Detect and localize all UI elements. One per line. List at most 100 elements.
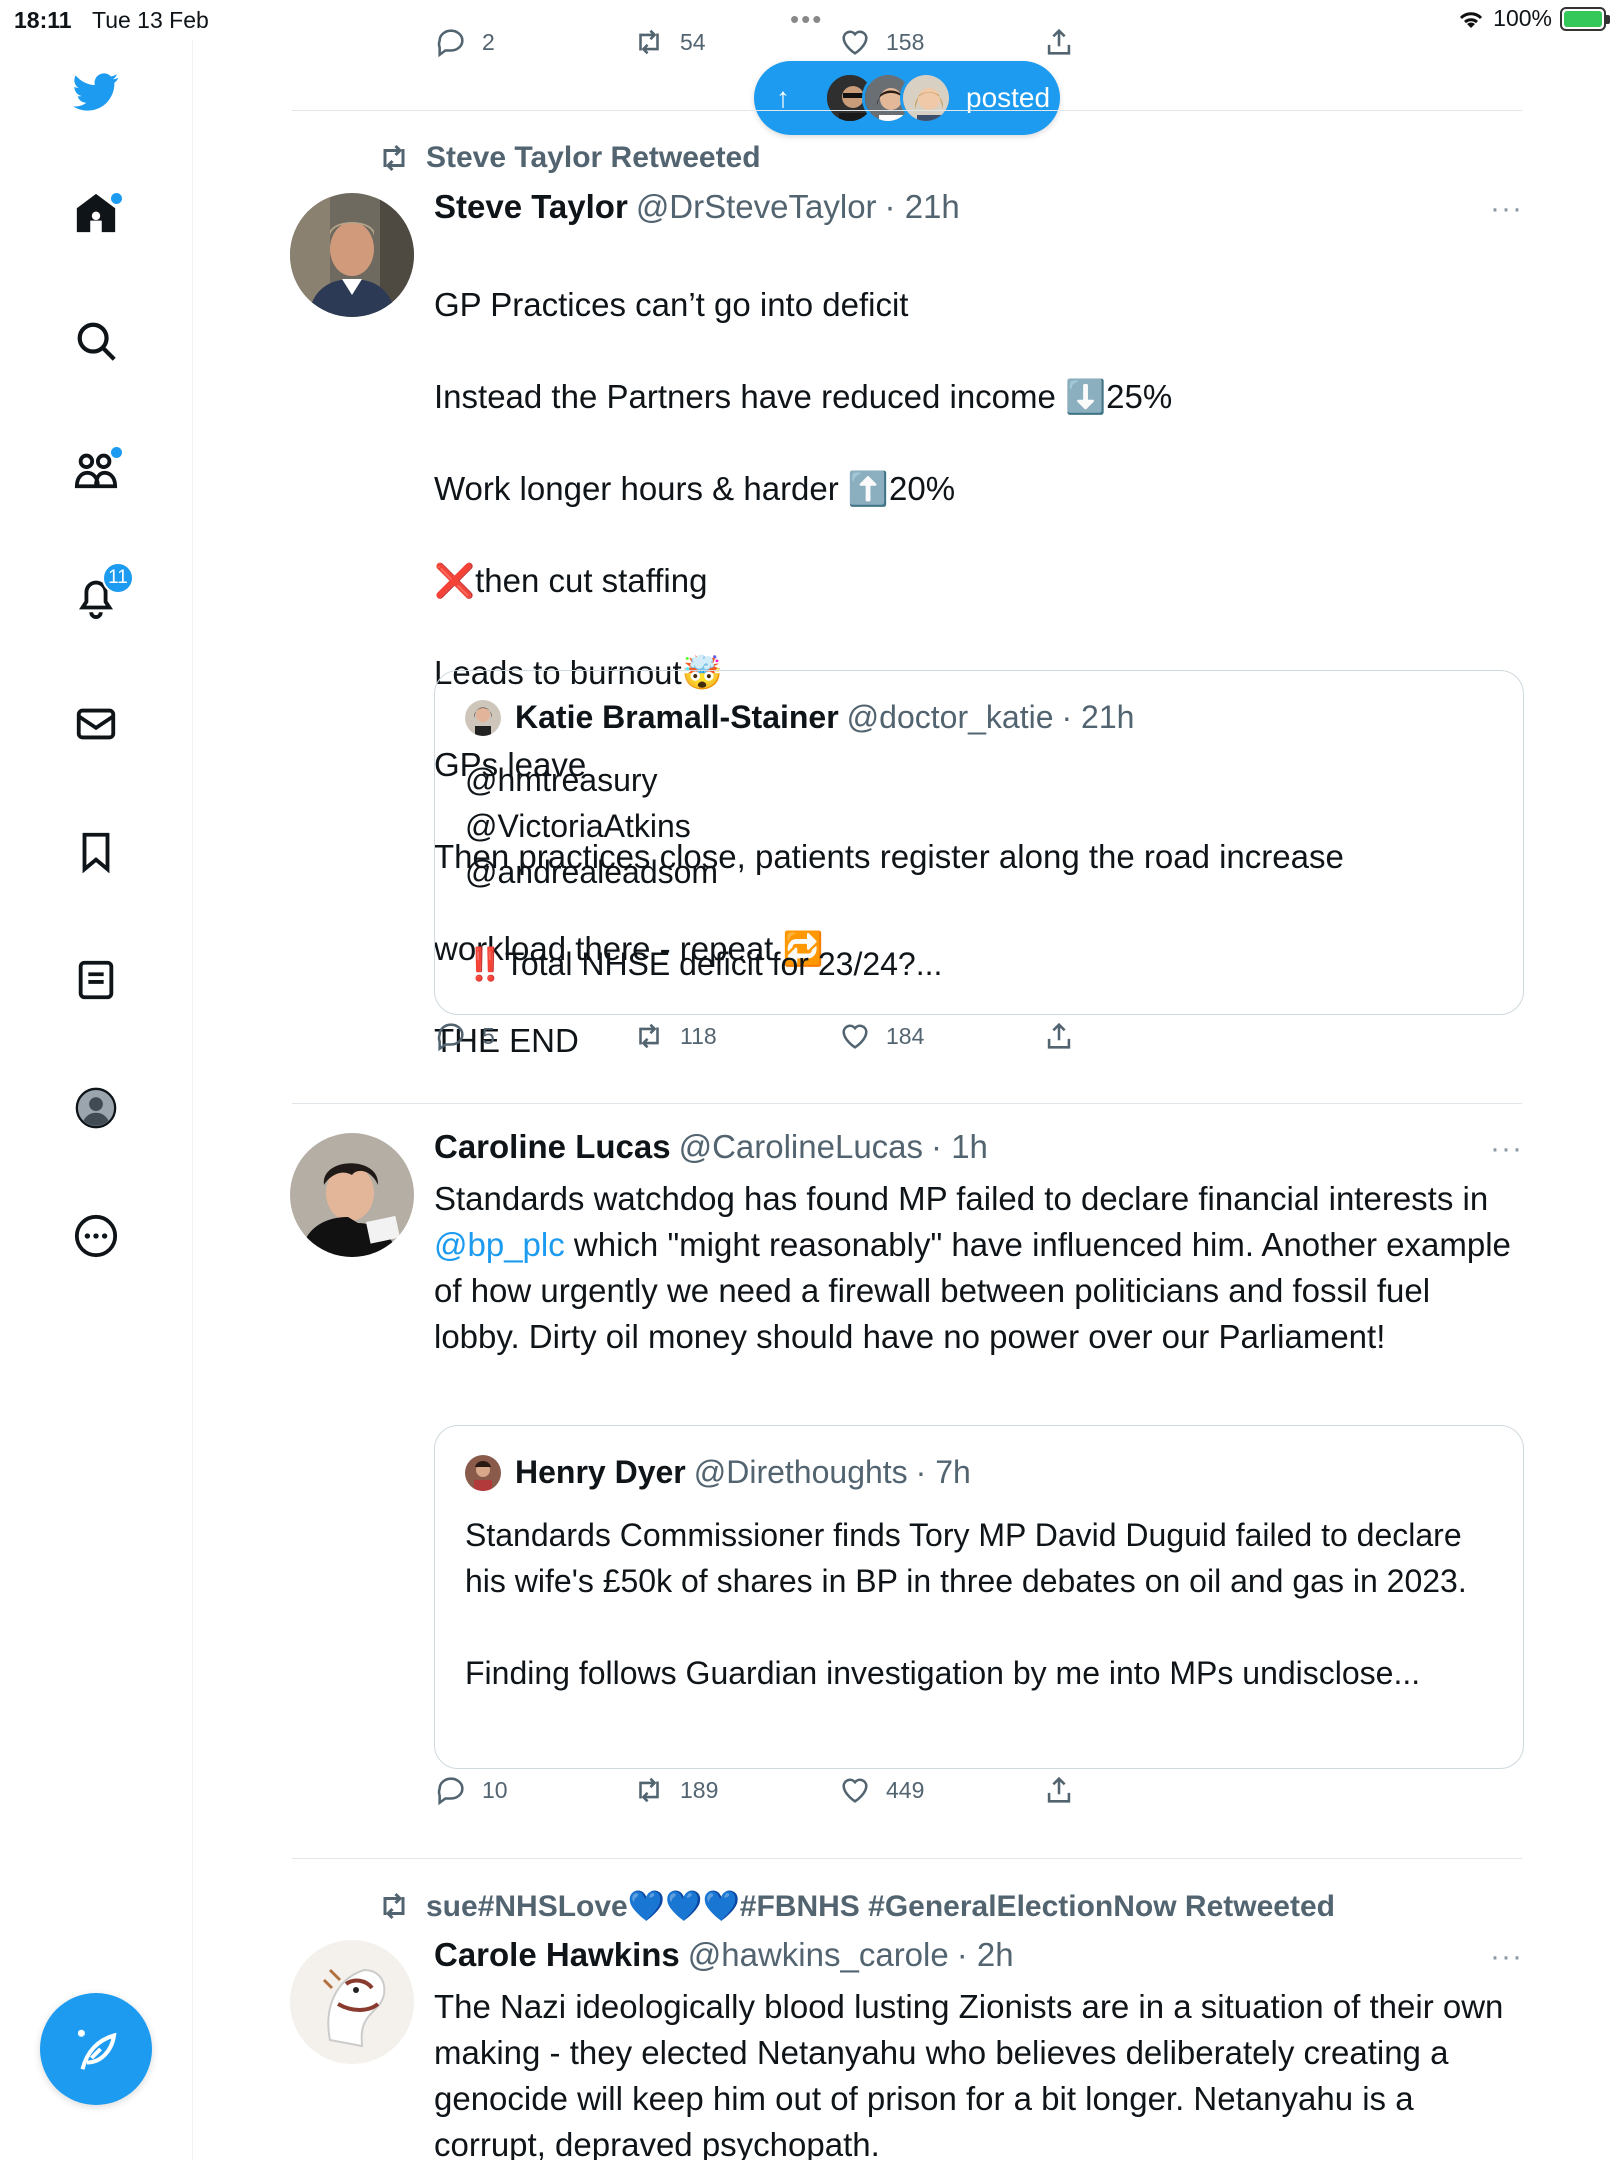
retweeted-by-label: Steve Taylor Retweeted	[426, 141, 761, 174]
retweet-button[interactable]: 189	[632, 1773, 718, 1807]
twitter-logo-icon[interactable]	[66, 62, 126, 122]
reply-button[interactable]: 2	[434, 25, 495, 59]
share-button[interactable]	[1042, 1019, 1076, 1053]
tweet-line: ❌then cut staffing	[434, 562, 708, 599]
like-button[interactable]: 184	[838, 1019, 924, 1053]
pill-avatar	[900, 72, 952, 124]
bookmarks-icon[interactable]	[66, 822, 126, 882]
wifi-icon	[1460, 11, 1483, 28]
tweet-text-part: which "might reasonably" have influenced…	[434, 1226, 1511, 1355]
quote-avatar	[465, 699, 501, 736]
tweet-line: GP Practices can’t go into deficit	[434, 286, 909, 323]
tweet-header: Steve Taylor @DrSteveTaylor · 21h	[434, 188, 960, 226]
quote-author-name: Katie Bramall-Stainer	[515, 699, 839, 735]
tweet-more-icon[interactable]: ···	[1490, 192, 1523, 226]
status-bar: 18:11 Tue 13 Feb ••• 100%	[0, 0, 1620, 40]
quote-text: Standards Commissioner finds Tory MP Dav…	[465, 1517, 1467, 1691]
author-handle[interactable]: @CarolineLucas	[679, 1128, 923, 1166]
author-name[interactable]: Carole Hawkins	[434, 1936, 680, 1974]
quote-author-handle: @doctor_katie	[846, 699, 1054, 735]
tweet-divider	[292, 1103, 1522, 1104]
quote-text: @hmtreasury @VictoriaAtkins @andrealeads…	[465, 762, 943, 982]
avatar[interactable]	[290, 1133, 414, 1257]
like-count: 449	[886, 1776, 925, 1803]
compose-feather-icon	[78, 2029, 117, 2070]
retweet-count: 118	[680, 1022, 717, 1049]
heart-icon	[842, 30, 868, 55]
share-icon	[1047, 1776, 1071, 1803]
tweet-line: Instead the Partners have reduced income…	[434, 378, 1173, 415]
reply-count: 10	[482, 1776, 508, 1803]
retweet-button[interactable]: 118	[632, 1019, 717, 1053]
tweet-more-icon[interactable]: ···	[1490, 1132, 1523, 1166]
retweet-icon	[639, 29, 659, 55]
notifications-count-badge: 11	[102, 562, 134, 594]
more-menu-icon[interactable]	[66, 1206, 126, 1266]
quote-time: · 21h	[1061, 699, 1135, 735]
quote-time: · 7h	[915, 1454, 971, 1490]
home-new-dot	[111, 193, 122, 204]
retweet-icon	[383, 1892, 405, 1920]
reply-button[interactable]: 5	[434, 1019, 495, 1053]
retweet-count: 189	[680, 1776, 719, 1803]
share-button[interactable]	[1042, 25, 1076, 59]
reply-count: 5	[482, 1022, 495, 1049]
reply-count: 2	[482, 28, 495, 55]
tweet-header: Caroline Lucas @CarolineLucas · 1h	[434, 1128, 988, 1166]
quote-tweet[interactable]: Katie Bramall-Stainer @doctor_katie · 21…	[434, 670, 1524, 1015]
quote-header: Katie Bramall-Stainer @doctor_katie · 21…	[465, 699, 1134, 736]
tweet-line: Work longer hours & harder ⬆️20%	[434, 470, 956, 507]
author-name[interactable]: Caroline Lucas	[434, 1128, 671, 1166]
tweet-time[interactable]: · 1h	[931, 1128, 988, 1166]
like-button[interactable]: 449	[838, 1773, 924, 1807]
search-icon[interactable]	[66, 311, 126, 371]
communities-new-dot	[111, 447, 122, 458]
lists-icon[interactable]	[66, 950, 126, 1010]
share-icon	[1047, 1022, 1071, 1049]
new-posts-pill[interactable]: ↑ posted	[754, 61, 1060, 135]
quote-header: Henry Dyer @Direthoughts · 7h	[465, 1454, 971, 1491]
author-handle[interactable]: @hawkins_carole	[688, 1936, 949, 1974]
status-date: Tue 13 Feb	[92, 7, 209, 33]
communities-icon[interactable]	[66, 439, 126, 499]
status-time: 18:11	[14, 7, 72, 33]
battery-icon	[1560, 6, 1610, 31]
quote-avatar	[465, 1454, 501, 1491]
home-icon[interactable]	[66, 183, 126, 243]
retweet-count: 54	[680, 28, 706, 55]
heart-icon	[842, 1024, 868, 1049]
retweet-icon	[639, 1777, 659, 1803]
mention-link[interactable]: @bp_plc	[434, 1226, 565, 1263]
like-button[interactable]: 158	[838, 25, 924, 59]
retweet-icon	[639, 1023, 659, 1049]
status-right: 100%	[1457, 5, 1610, 32]
quote-author-name: Henry Dyer	[515, 1454, 686, 1490]
profile-avatar-icon[interactable]	[66, 1078, 126, 1138]
retweeted-by-label: sue#NHSLove💙💙💙#FBNHS #GeneralElectionNow…	[426, 1889, 1335, 1923]
reply-button[interactable]: 10	[434, 1773, 508, 1807]
retweet-context: sue#NHSLove💙💙💙#FBNHS #GeneralElectionNow…	[376, 1888, 1335, 1924]
battery-percent: 100%	[1493, 5, 1552, 31]
share-button[interactable]	[1042, 1773, 1076, 1807]
tweet-text: The Nazi ideologically blood lusting Zio…	[434, 1988, 1504, 2160]
quote-tweet[interactable]: Henry Dyer @Direthoughts · 7h Standards …	[434, 1425, 1524, 1769]
multitask-dots-icon[interactable]: •••	[790, 4, 823, 35]
messages-icon[interactable]	[66, 694, 126, 754]
share-icon	[1047, 28, 1071, 55]
tweet-text: Standards watchdog has found MP failed t…	[434, 1176, 1524, 1360]
tweet-more-icon[interactable]: ···	[1490, 1940, 1523, 1974]
retweet-button[interactable]: 54	[632, 25, 706, 59]
reply-icon	[437, 1023, 464, 1052]
author-name[interactable]: Steve Taylor	[434, 188, 628, 226]
avatar[interactable]	[290, 1940, 414, 2064]
tweet-time[interactable]: · 2h	[957, 1936, 1014, 1974]
notifications-bell-icon[interactable]: 11	[66, 562, 134, 626]
retweet-icon	[383, 144, 405, 172]
avatar[interactable]	[290, 193, 414, 317]
tweet-header: Carole Hawkins @hawkins_carole · 2h	[434, 1936, 1014, 1974]
compose-tweet-button[interactable]	[40, 1993, 152, 2105]
author-handle[interactable]: @DrSteveTaylor	[636, 188, 877, 226]
tweet-time[interactable]: · 21h	[885, 188, 960, 226]
tweet-line: THE END	[434, 1022, 579, 1059]
like-count: 158	[886, 28, 925, 55]
